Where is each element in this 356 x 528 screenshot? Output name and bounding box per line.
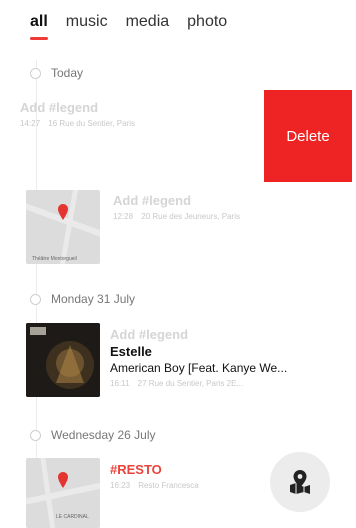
- filter-tabs: all music media photo: [30, 12, 245, 48]
- entry-time: 16:11: [110, 379, 130, 388]
- map-pin-icon: [58, 204, 68, 220]
- song-artist: Estelle: [110, 344, 152, 359]
- album-art-icon: [26, 323, 100, 397]
- map-pin-icon: [290, 470, 310, 494]
- entry-place: 27 Rue du Sentier, Paris 2E...: [137, 379, 244, 388]
- entry-time: 16:23: [110, 481, 131, 490]
- map-thumbnail[interactable]: Théâtre Montorgueil: [26, 190, 100, 264]
- tab-media[interactable]: media: [126, 12, 170, 40]
- entry-place: Resto Francesca: [138, 481, 199, 490]
- entry-place: 20 Rue des Jeuneurs, Paris: [141, 212, 240, 221]
- map-caption: LE CARDINAL: [56, 514, 89, 520]
- song-title: American Boy [Feat. Kanye We...: [110, 361, 288, 375]
- map-caption: Théâtre Montorgueil: [32, 256, 77, 262]
- timeline-entry-music[interactable]: Add #legend Estelle American Boy [Feat. …: [110, 327, 350, 388]
- timeline-dot-icon: [30, 293, 41, 305]
- day-header-monday: Monday 31 July: [30, 292, 135, 306]
- map-pin-icon: [58, 472, 68, 488]
- entry-meta: 12:28 20 Rue des Jeuneurs, Paris: [113, 212, 343, 221]
- timeline-dot-icon: [30, 67, 41, 79]
- add-legend-link[interactable]: Add #legend: [113, 193, 343, 208]
- entry-time: 12:28: [113, 212, 134, 221]
- entry-meta: 14:27 16 Rue du Sentier, Paris: [20, 119, 260, 128]
- day-header-wednesday: Wednesday 26 July: [30, 428, 156, 442]
- album-cover-thumbnail[interactable]: [26, 323, 100, 397]
- entry-place: 16 Rue du Sentier, Paris: [48, 119, 135, 128]
- entry-tag[interactable]: #RESTO: [110, 462, 260, 477]
- day-label: Today: [51, 66, 84, 80]
- timeline-entry-location[interactable]: Add #legend 12:28 20 Rue des Jeuneurs, P…: [113, 193, 343, 221]
- day-label: Monday 31 July: [51, 292, 136, 306]
- tab-photo[interactable]: photo: [187, 12, 227, 40]
- add-legend-link[interactable]: Add #legend: [20, 100, 260, 115]
- timeline-entry-place[interactable]: #RESTO 16:23 Resto Francesca: [110, 462, 260, 490]
- timeline-dot-icon: [30, 429, 41, 441]
- tab-all[interactable]: all: [30, 12, 48, 40]
- entry-meta: 16:11 27 Rue du Sentier, Paris 2E...: [110, 379, 350, 388]
- map-fab-button[interactable]: [270, 452, 330, 512]
- delete-button[interactable]: Delete: [264, 90, 352, 182]
- tab-music[interactable]: music: [66, 12, 108, 40]
- day-label: Wednesday 26 July: [51, 428, 156, 442]
- add-legend-link[interactable]: Add #legend: [110, 327, 350, 342]
- entry-meta: 16:23 Resto Francesca: [110, 481, 260, 490]
- map-thumbnail[interactable]: LE CARDINAL: [26, 458, 100, 528]
- entry-time: 14:27: [20, 119, 41, 128]
- timeline-entry-swiped[interactable]: Add #legend 14:27 16 Rue du Sentier, Par…: [20, 100, 260, 128]
- day-header-today: Today: [30, 66, 83, 80]
